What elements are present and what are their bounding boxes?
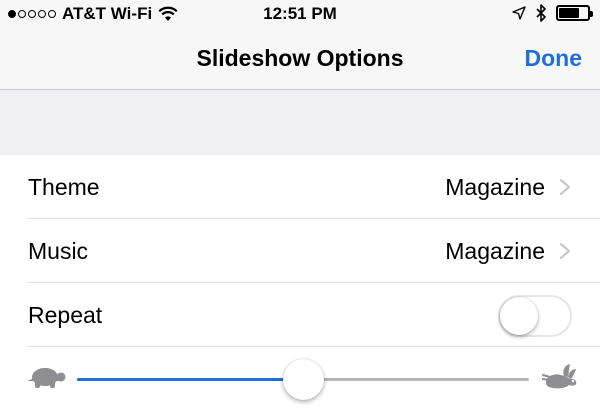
music-label: Music: [28, 238, 89, 264]
page-title: Slideshow Options: [196, 45, 404, 71]
navigation-bar: Slideshow Options Done: [0, 28, 600, 90]
status-bar: AT&T Wi-Fi 12:51 PM: [0, 0, 600, 28]
bluetooth-icon: [536, 4, 546, 22]
done-button[interactable]: Done: [525, 45, 583, 72]
chevron-right-icon: [559, 243, 571, 259]
theme-value: Magazine: [445, 174, 545, 200]
repeat-row: Repeat: [0, 283, 600, 347]
battery-level: [559, 8, 579, 18]
status-time: 12:51 PM: [263, 4, 337, 23]
music-row[interactable]: Music Magazine: [0, 219, 600, 283]
speed-slider-thumb[interactable]: [282, 359, 324, 400]
toggle-knob: [500, 297, 538, 335]
repeat-toggle[interactable]: [498, 295, 572, 337]
speed-slider-row: [0, 347, 600, 412]
options-table: Theme Magazine Music Magazine Repeat: [0, 155, 600, 412]
speed-slider-fill: [77, 378, 303, 381]
repeat-label: Repeat: [28, 302, 103, 328]
music-value: Magazine: [445, 238, 545, 264]
theme-row[interactable]: Theme Magazine: [0, 155, 600, 219]
theme-label: Theme: [28, 174, 100, 200]
location-icon: [512, 6, 526, 20]
status-right: [512, 4, 593, 22]
hare-icon: [542, 364, 577, 389]
chevron-right-icon: [559, 179, 571, 195]
turtle-icon: [27, 368, 66, 388]
battery-icon: [556, 5, 593, 21]
